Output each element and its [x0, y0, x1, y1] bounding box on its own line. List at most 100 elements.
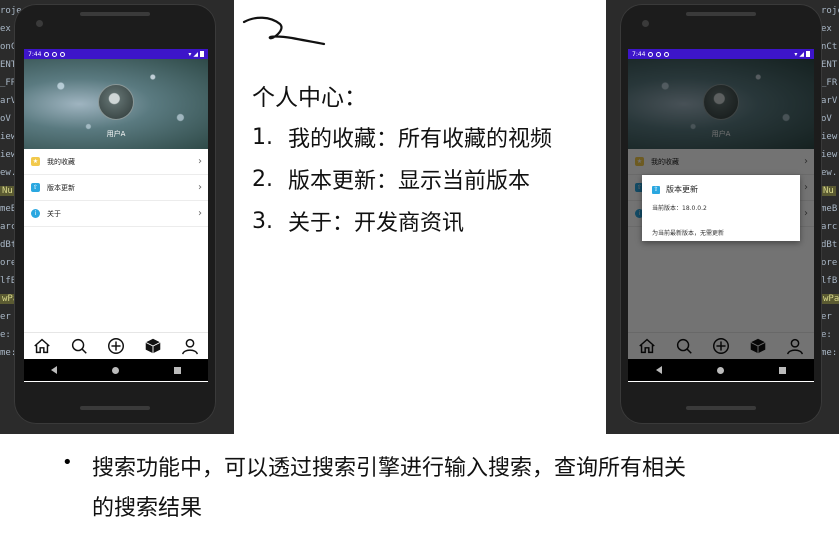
- list-text: 我的收藏：所有收藏的视频: [288, 127, 553, 152]
- code-line: _FR: [821, 78, 838, 88]
- home-nav-icon[interactable]: [111, 366, 119, 374]
- code-line: arV: [821, 96, 838, 106]
- chevron-right-icon: ›: [198, 182, 202, 193]
- system-nav-bar: [24, 359, 208, 381]
- code-line: oV: [821, 114, 832, 124]
- profile-icon[interactable]: [179, 335, 201, 357]
- code-line: er: [821, 312, 832, 322]
- feature-list-item: 3. 关于：开发商资讯: [252, 200, 552, 242]
- menu-item-label: 版本更新: [47, 183, 75, 192]
- version-dialog: ⇧ 版本更新 当前版本：18.0.0.2 为当前最新版本，无需更新: [642, 175, 800, 241]
- code-line: Nu: [0, 186, 15, 196]
- code-line: wPa: [821, 294, 839, 304]
- notification-icon: [52, 51, 58, 57]
- home-icon[interactable]: [31, 335, 53, 357]
- system-nav-bar: [628, 359, 814, 381]
- list-text: 版本更新：显示当前版本: [288, 169, 531, 194]
- settings-icon: [648, 51, 654, 57]
- menu-item[interactable]: ★ 我的收藏 ›: [24, 149, 208, 175]
- code-line: rojc: [821, 6, 839, 16]
- code-line: dBt: [821, 240, 838, 250]
- status-bar: 7:44 ▾ ◢: [24, 49, 208, 59]
- profile-header: 用户A: [24, 59, 208, 149]
- battery-icon: [200, 51, 204, 57]
- menu-item-label: 关于: [47, 209, 61, 218]
- home-nav-icon[interactable]: [716, 366, 724, 374]
- bottom-tab-bar: [24, 332, 208, 359]
- current-version: 当前版本：18.0.0.2: [652, 205, 707, 212]
- phone-left: 7:44 ▾ ◢ 用户A ★ 我的收藏 › ⇧ 版本更新 › i 关于 ›: [14, 4, 216, 424]
- avatar[interactable]: [98, 84, 134, 120]
- settings-icon: [44, 51, 50, 57]
- search-icon[interactable]: [68, 335, 90, 357]
- code-line: ex: [0, 24, 11, 34]
- back-icon[interactable]: [51, 366, 58, 374]
- code-line: nCt: [821, 42, 838, 52]
- phone-screen: 7:44 ▾ ◢ 用户A ★我的收藏›⇧版本更新›i关于› ⇧ 版本更新 当前版…: [628, 49, 814, 382]
- slide-heading: 个人中心：: [252, 85, 367, 111]
- sync-icon: [60, 51, 66, 57]
- info-icon: i: [31, 209, 40, 218]
- phone-camera: [36, 20, 43, 27]
- code-line: lfB: [821, 276, 838, 286]
- back-icon[interactable]: [655, 366, 662, 374]
- phone-speaker: [80, 12, 150, 16]
- code-line: ex: [821, 24, 832, 34]
- code-line: iew: [821, 132, 838, 142]
- menu-list: ★ 我的收藏 › ⇧ 版本更新 › i 关于 ›: [24, 149, 208, 227]
- upload-icon: ⇧: [31, 183, 40, 192]
- wifi-icon: ▾: [188, 50, 192, 58]
- code-line: ENT: [821, 60, 838, 70]
- wifi-icon: ▾: [794, 50, 798, 58]
- phone-right: 7:44 ▾ ◢ 用户A ★我的收藏›⇧版本更新›i关于› ⇧ 版本更新 当前版…: [620, 4, 822, 424]
- code-line: e:: [821, 330, 832, 340]
- cube-icon[interactable]: [142, 335, 164, 357]
- bullet-text-line-1: 搜索功能中，可以透过搜索引擎进行输入搜索，查询所有相关: [92, 456, 687, 481]
- code-line: me:: [821, 348, 838, 358]
- status-time: 7:44: [28, 50, 42, 58]
- code-line: er: [0, 312, 11, 322]
- code-line: ore: [821, 258, 838, 268]
- status-bar: 7:44 ▾ ◢: [628, 49, 814, 59]
- code-line: e:: [0, 330, 11, 340]
- code-line: Nu: [821, 186, 836, 196]
- signal-icon: ◢: [799, 50, 804, 58]
- recents-icon[interactable]: [779, 366, 787, 374]
- phone-camera: [642, 20, 649, 27]
- chevron-right-icon: ›: [198, 208, 202, 219]
- dialog-title-text: 版本更新: [666, 185, 698, 194]
- handwritten-scribble: [242, 16, 326, 46]
- menu-item-label: 我的收藏: [47, 157, 75, 166]
- phone-speaker: [686, 12, 756, 16]
- list-number: 3.: [252, 208, 273, 234]
- sync-icon: [664, 51, 670, 57]
- feature-list-item: 2. 版本更新：显示当前版本: [252, 158, 552, 200]
- menu-item[interactable]: i 关于 ›: [24, 201, 208, 227]
- bullet-text-line-2: 的搜索结果: [92, 496, 203, 521]
- username: 用户A: [106, 130, 126, 138]
- feature-list: 1. 我的收藏：所有收藏的视频 2. 版本更新：显示当前版本 3. 关于：开发商资讯: [252, 116, 552, 242]
- phone-bottom-bar: [686, 406, 756, 410]
- battery-icon: [806, 51, 810, 57]
- phone-bottom-bar: [80, 406, 150, 410]
- list-number: 1.: [252, 124, 273, 150]
- signal-icon: ◢: [193, 50, 198, 58]
- dialog-title: ⇧ 版本更新: [652, 184, 698, 195]
- code-line: ew.: [821, 168, 838, 178]
- code-line: oV: [0, 114, 11, 124]
- dialog-message: 为当前最新版本，无需更新: [652, 230, 725, 237]
- code-line: meB: [821, 204, 838, 214]
- code-line: arc: [821, 222, 838, 232]
- recents-icon[interactable]: [173, 366, 181, 374]
- code-line: iew: [821, 150, 838, 160]
- bullet-marker: •: [62, 452, 73, 473]
- feature-list-item: 1. 我的收藏：所有收藏的视频: [252, 116, 552, 158]
- menu-item[interactable]: ⇧ 版本更新 ›: [24, 175, 208, 201]
- upload-icon: ⇧: [652, 185, 660, 194]
- notification-icon: [656, 51, 662, 57]
- add-icon[interactable]: [105, 335, 127, 357]
- list-number: 2.: [252, 166, 273, 192]
- list-text: 关于：开发商资讯: [288, 211, 465, 236]
- star-icon: ★: [31, 157, 40, 166]
- phone-screen: 7:44 ▾ ◢ 用户A ★ 我的收藏 › ⇧ 版本更新 › i 关于 ›: [24, 49, 208, 382]
